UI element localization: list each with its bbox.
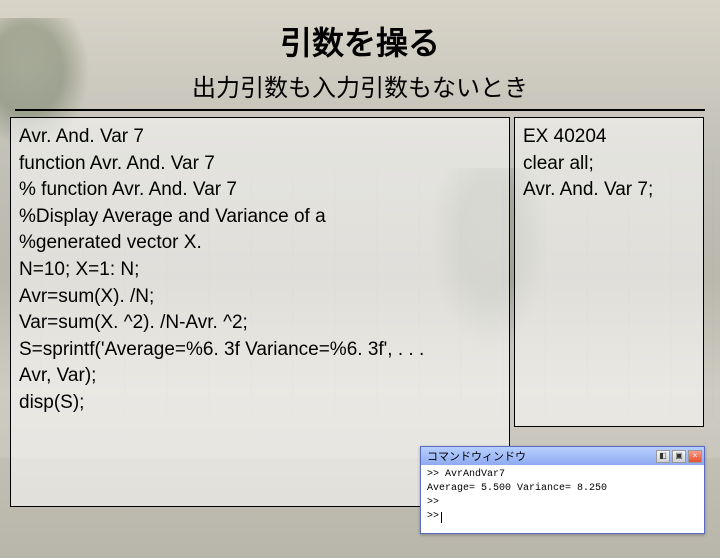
cursor-icon bbox=[441, 512, 442, 523]
cmd-line: >> bbox=[427, 496, 698, 510]
code-line: clear all; bbox=[523, 151, 695, 178]
code-line: Var=sum(X. ^2). /N-Avr. ^2; bbox=[19, 310, 501, 337]
dock-icon[interactable]: ◧ bbox=[656, 450, 670, 463]
cmd-prompt: >> bbox=[427, 510, 439, 524]
code-line: Avr. And. Var 7; bbox=[523, 177, 695, 204]
close-icon[interactable]: × bbox=[688, 450, 702, 463]
code-line: S=sprintf('Average=%6. 3f Variance=%6. 3… bbox=[19, 337, 501, 364]
code-filename: EX 40204 bbox=[523, 124, 695, 151]
cmd-output: Average= 5.500 Variance= 8.250 bbox=[427, 482, 698, 496]
code-line: %Display Average and Variance of a bbox=[19, 204, 501, 231]
code-line: disp(S); bbox=[19, 390, 501, 417]
code-filename: Avr. And. Var 7 bbox=[19, 124, 501, 151]
slide-title: 引数を操る bbox=[0, 18, 720, 64]
slide-subtitle: 出力引数も入力引数もないとき bbox=[0, 68, 720, 103]
command-window-body[interactable]: >> AvrAndVar7 Average= 5.500 Variance= 8… bbox=[421, 465, 704, 527]
command-window-title: コマンドウィンドウ bbox=[427, 448, 526, 464]
command-window: コマンドウィンドウ ◧ ▣ × >> AvrAndVar7 Average= 5… bbox=[420, 446, 705, 534]
code-line: N=10; X=1: N; bbox=[19, 257, 501, 284]
code-line: Avr=sum(X). /N; bbox=[19, 284, 501, 311]
code-line: Avr, Var); bbox=[19, 363, 501, 390]
right-code-panel: EX 40204 clear all; Avr. And. Var 7; bbox=[514, 117, 704, 427]
cmd-prompt-line: >> bbox=[427, 510, 698, 524]
code-line: % function Avr. And. Var 7 bbox=[19, 177, 501, 204]
command-window-titlebar[interactable]: コマンドウィンドウ ◧ ▣ × bbox=[421, 447, 704, 465]
divider bbox=[15, 109, 705, 111]
cmd-line: >> AvrAndVar7 bbox=[427, 468, 698, 482]
code-line: function Avr. And. Var 7 bbox=[19, 151, 501, 178]
undock-icon[interactable]: ▣ bbox=[672, 450, 686, 463]
code-line: %generated vector X. bbox=[19, 230, 501, 257]
